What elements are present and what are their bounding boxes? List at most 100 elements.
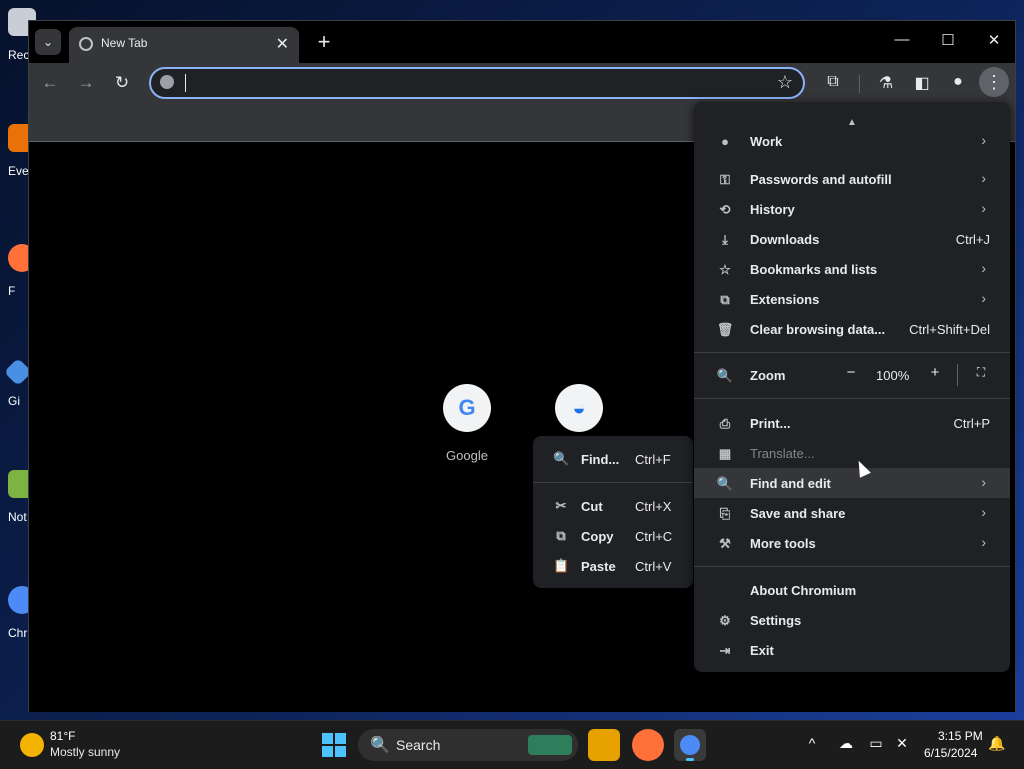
menu-item-zoom: 🔍 Zoom − 100% + ⛶ xyxy=(694,360,1010,390)
forward-button[interactable]: → xyxy=(73,73,99,93)
reload-button[interactable]: ↻ xyxy=(109,73,135,93)
chrome-main-menu: ▲ ● Work › ⚿ Passwords and autofill › ⟲ … xyxy=(694,102,1010,672)
desktop-icon-label: F xyxy=(8,284,16,298)
notification-bell-icon[interactable]: 🔔 xyxy=(988,735,1005,752)
bookmark-star-icon[interactable]: ☆ xyxy=(777,72,793,93)
start-button[interactable] xyxy=(322,733,346,757)
firefox-taskbar-icon[interactable] xyxy=(632,729,664,761)
chrome-menu-button[interactable]: ⋮ xyxy=(979,67,1009,97)
globe-icon xyxy=(79,37,93,51)
omnibox[interactable]: ☆ xyxy=(149,67,805,99)
menu-item-more-tools[interactable]: ⚒ More tools › xyxy=(694,528,1010,558)
desktop-icon-notepad[interactable]: Not xyxy=(0,470,36,524)
save-share-icon: ⎘ xyxy=(719,506,731,521)
volume-muted-icon[interactable]: ✕ xyxy=(892,735,912,752)
back-button[interactable]: ← xyxy=(37,73,63,93)
maximize-button[interactable]: ☐ xyxy=(933,31,963,49)
tab-close-icon[interactable]: ✕ xyxy=(276,34,289,54)
desktop-icon-recycle-bin[interactable]: Rec xyxy=(0,8,36,62)
zoom-level: 100% xyxy=(876,368,910,383)
menu-item-downloads[interactable]: ⤓ Downloads Ctrl+J xyxy=(694,224,1010,254)
active-app-indicator xyxy=(686,758,694,761)
zoom-icon: 🔍 xyxy=(716,368,734,383)
taskbar-search[interactable]: 🔍 Search xyxy=(358,729,578,761)
tab-title: New Tab xyxy=(101,36,148,50)
new-tab-button[interactable]: + xyxy=(311,29,337,55)
menu-divider xyxy=(694,566,1010,567)
menu-item-label: Passwords and autofill xyxy=(750,172,892,187)
tile-name: Google xyxy=(446,448,488,463)
desktop-icon-label: Gi xyxy=(8,394,20,408)
menu-item-exit[interactable]: ⇥ Exit xyxy=(694,635,1010,665)
shortcut-tile-web-store[interactable]: ◒ xyxy=(529,384,629,432)
windows-logo-pane xyxy=(322,746,333,757)
submenu-item-paste[interactable]: 📋 Paste Ctrl+V xyxy=(533,552,693,580)
tab-search-button[interactable]: ⌄ xyxy=(35,29,61,55)
trash-icon: 🗑 xyxy=(716,322,734,337)
windows-logo-pane xyxy=(322,733,333,744)
translate-icon: ▦ xyxy=(718,446,732,461)
menu-item-label: About Chromium xyxy=(750,583,857,598)
menu-item-label: Work xyxy=(750,134,783,149)
menu-divider xyxy=(694,398,1010,399)
menu-item-find-and-edit[interactable]: 🔍 Find and edit › xyxy=(694,468,1010,498)
menu-item-label: Print... xyxy=(750,416,791,431)
menu-item-bookmarks[interactable]: ☆ Bookmarks and lists › xyxy=(694,254,1010,284)
clock-date[interactable]: 6/15/2024 xyxy=(924,746,977,760)
menu-item-passwords[interactable]: ⚿ Passwords and autofill › xyxy=(694,164,1010,194)
google-letter: G xyxy=(458,395,476,420)
submenu-item-label: Cut xyxy=(581,499,603,514)
zoom-in-button[interactable]: + xyxy=(922,364,948,386)
printer-icon: ⎙ xyxy=(719,416,731,431)
submenu-item-shortcut: Ctrl+V xyxy=(635,559,672,574)
desktop-icon-chromium[interactable]: Chr xyxy=(0,586,36,640)
chromium-taskbar-icon[interactable] xyxy=(674,729,706,761)
menu-item-label: Exit xyxy=(750,643,774,658)
menu-item-extensions[interactable]: ⧉ Extensions › xyxy=(694,284,1010,314)
site-info-icon[interactable] xyxy=(160,75,174,89)
weather-temperature[interactable]: 81°F xyxy=(50,729,75,743)
find-and-edit-submenu: 🔍 Find... Ctrl+F ✂ Cut Ctrl+X ⧉ Copy Ctr… xyxy=(533,436,693,588)
desktop-icon-everything[interactable]: Eve xyxy=(0,124,36,178)
menu-item-history[interactable]: ⟲ History › xyxy=(694,194,1010,224)
menu-item-save-and-share[interactable]: ⎘ Save and share › xyxy=(694,498,1010,528)
menu-item-print[interactable]: ⎙ Print... Ctrl+P xyxy=(694,408,1010,438)
menu-item-label: More tools xyxy=(750,536,816,551)
tray-chevron-up-icon[interactable]: ^ xyxy=(802,735,822,751)
extensions-icon[interactable]: ⧉ xyxy=(820,73,846,91)
menu-item-about-chromium[interactable]: About Chromium xyxy=(694,575,1010,605)
submenu-item-copy[interactable]: ⧉ Copy Ctrl+C xyxy=(533,522,693,550)
chevron-right-icon: › xyxy=(981,200,986,216)
clock-time[interactable]: 3:15 PM xyxy=(938,729,983,743)
desktop-icon-git[interactable]: Gi xyxy=(0,357,33,408)
cloud-icon[interactable]: ☁ xyxy=(836,735,856,752)
menu-divider xyxy=(694,352,1010,353)
profile-icon[interactable]: ● xyxy=(945,73,971,91)
submenu-item-find[interactable]: 🔍 Find... Ctrl+F xyxy=(533,445,693,473)
toolbox-icon: ⚒ xyxy=(719,536,731,551)
taskbar: 81°F Mostly sunny 🔍 Search ^ ☁ ▭ ✕ 3:15 … xyxy=(0,720,1024,769)
tab-new-tab[interactable]: New Tab ✕ xyxy=(69,27,299,63)
minimize-button[interactable]: — xyxy=(887,31,917,48)
zoom-out-button[interactable]: − xyxy=(838,364,864,386)
menu-scroll-up-arrow[interactable]: ▲ xyxy=(694,102,1010,134)
weather-sun-icon[interactable] xyxy=(20,733,44,757)
network-icon[interactable]: ▭ xyxy=(866,735,886,752)
key-icon: ⚿ xyxy=(720,172,730,187)
chromium-logo xyxy=(680,735,700,755)
chevron-right-icon: › xyxy=(981,474,986,490)
labs-flask-icon[interactable]: ⚗ xyxy=(873,73,899,93)
side-panel-icon[interactable]: ◧ xyxy=(909,73,935,93)
weather-description[interactable]: Mostly sunny xyxy=(50,745,120,759)
download-icon: ⤓ xyxy=(722,232,728,247)
menu-item-clear-browsing-data[interactable]: 🗑 Clear browsing data... Ctrl+Shift+Del xyxy=(694,314,1010,344)
chevron-right-icon: › xyxy=(981,260,986,276)
file-explorer-icon[interactable] xyxy=(588,729,620,761)
desktop-icon-firefox[interactable]: F xyxy=(0,244,36,298)
menu-item-label: Save and share xyxy=(750,506,846,521)
close-window-button[interactable]: ✕ xyxy=(979,31,1009,49)
shortcut-tile-google[interactable]: G Google xyxy=(417,384,517,463)
menu-item-settings[interactable]: ⚙ Settings xyxy=(694,605,1010,635)
fullscreen-button[interactable]: ⛶ xyxy=(970,365,992,385)
submenu-item-cut[interactable]: ✂ Cut Ctrl+X xyxy=(533,492,693,520)
